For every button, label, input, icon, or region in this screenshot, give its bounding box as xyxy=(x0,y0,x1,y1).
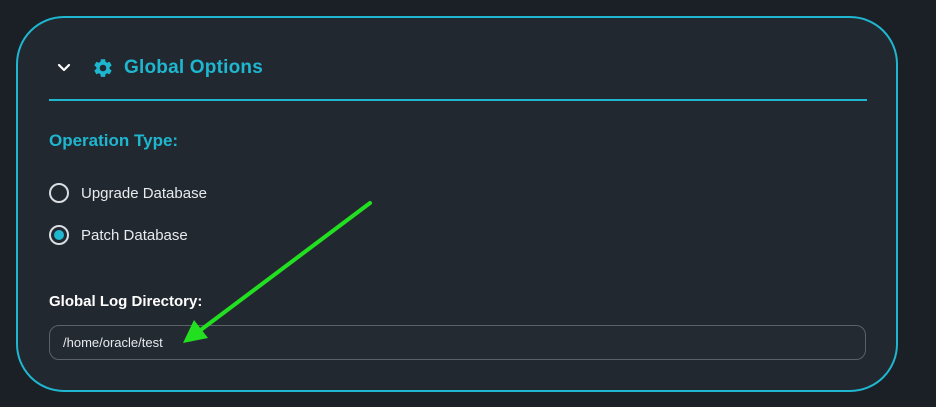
radio-label-patch: Patch Database xyxy=(81,226,188,244)
panel-header[interactable]: Global Options xyxy=(48,50,866,86)
log-directory-input[interactable] xyxy=(49,325,866,360)
radio-upgrade-database[interactable]: Upgrade Database xyxy=(49,182,207,204)
panel-title: Global Options xyxy=(124,57,263,78)
radio-button-unchecked[interactable] xyxy=(49,183,69,203)
header-divider xyxy=(49,99,867,101)
page: Global Options Operation Type: Upgrade D… xyxy=(0,0,936,407)
gear-icon xyxy=(92,57,114,79)
radio-button-checked[interactable] xyxy=(49,225,69,245)
radio-patch-database[interactable]: Patch Database xyxy=(49,224,188,246)
chevron-down-icon[interactable] xyxy=(54,58,74,78)
operation-type-label: Operation Type: xyxy=(49,131,179,150)
log-directory-label: Global Log Directory: xyxy=(49,293,203,310)
radio-selected-dot xyxy=(54,230,64,240)
radio-label-upgrade: Upgrade Database xyxy=(81,184,207,202)
